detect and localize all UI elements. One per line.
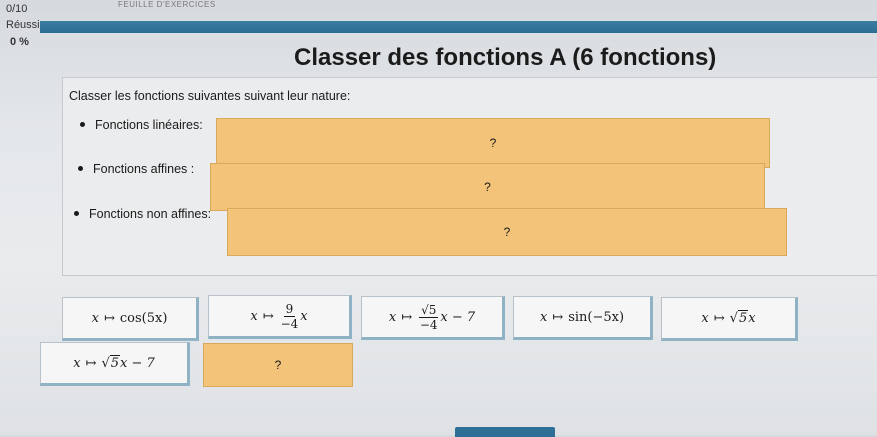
success-percent: 0 %: [10, 36, 29, 48]
dropzone-non-affines[interactable]: ?: [227, 208, 787, 256]
success-label: Réussi: [6, 19, 40, 31]
fraction: 9 −4: [280, 301, 299, 331]
function-card-sqrt5-over-minus4[interactable]: x ↦ √5 −4 x − 7: [361, 296, 505, 340]
bullet-icon: [74, 211, 79, 217]
bullet-icon: [80, 122, 85, 128]
submit-button[interactable]: [455, 427, 555, 437]
function-card-sqrt5-x[interactable]: x ↦ √5 x: [661, 297, 798, 341]
page-title: Classer des fonctions A (6 fonctions): [294, 44, 717, 71]
function-card-sin[interactable]: x ↦ sin(−5x): [513, 296, 653, 340]
header-band: [40, 21, 877, 33]
function-card-9-over-minus4[interactable]: x ↦ 9 −4 x: [208, 295, 352, 339]
breadcrumb[interactable]: FEUILLE D'EXERCICES: [118, 0, 216, 9]
category-label-affines: Fonctions affines :: [78, 162, 194, 176]
category-label-non-affines: Fonctions non affines:: [74, 207, 211, 221]
function-card-sqrt5-x-minus7[interactable]: x ↦ √5 x − 7: [40, 342, 190, 386]
bullet-icon: [78, 166, 83, 172]
dropzone-lineaires[interactable]: ?: [216, 118, 770, 168]
category-label-lineaires: Fonctions linéaires:: [80, 118, 203, 132]
function-card-cos[interactable]: x ↦ cos(5x): [62, 297, 199, 341]
sqrt-symbol: √5: [101, 354, 121, 371]
empty-card-slot[interactable]: ?: [203, 343, 353, 387]
fraction: √5 −4: [419, 302, 439, 332]
score-counter: 0/10: [6, 3, 28, 15]
instruction-text: Classer les fonctions suivantes suivant …: [69, 89, 351, 103]
dropzone-affines[interactable]: ?: [210, 163, 765, 211]
sqrt-symbol: √5: [729, 309, 749, 326]
